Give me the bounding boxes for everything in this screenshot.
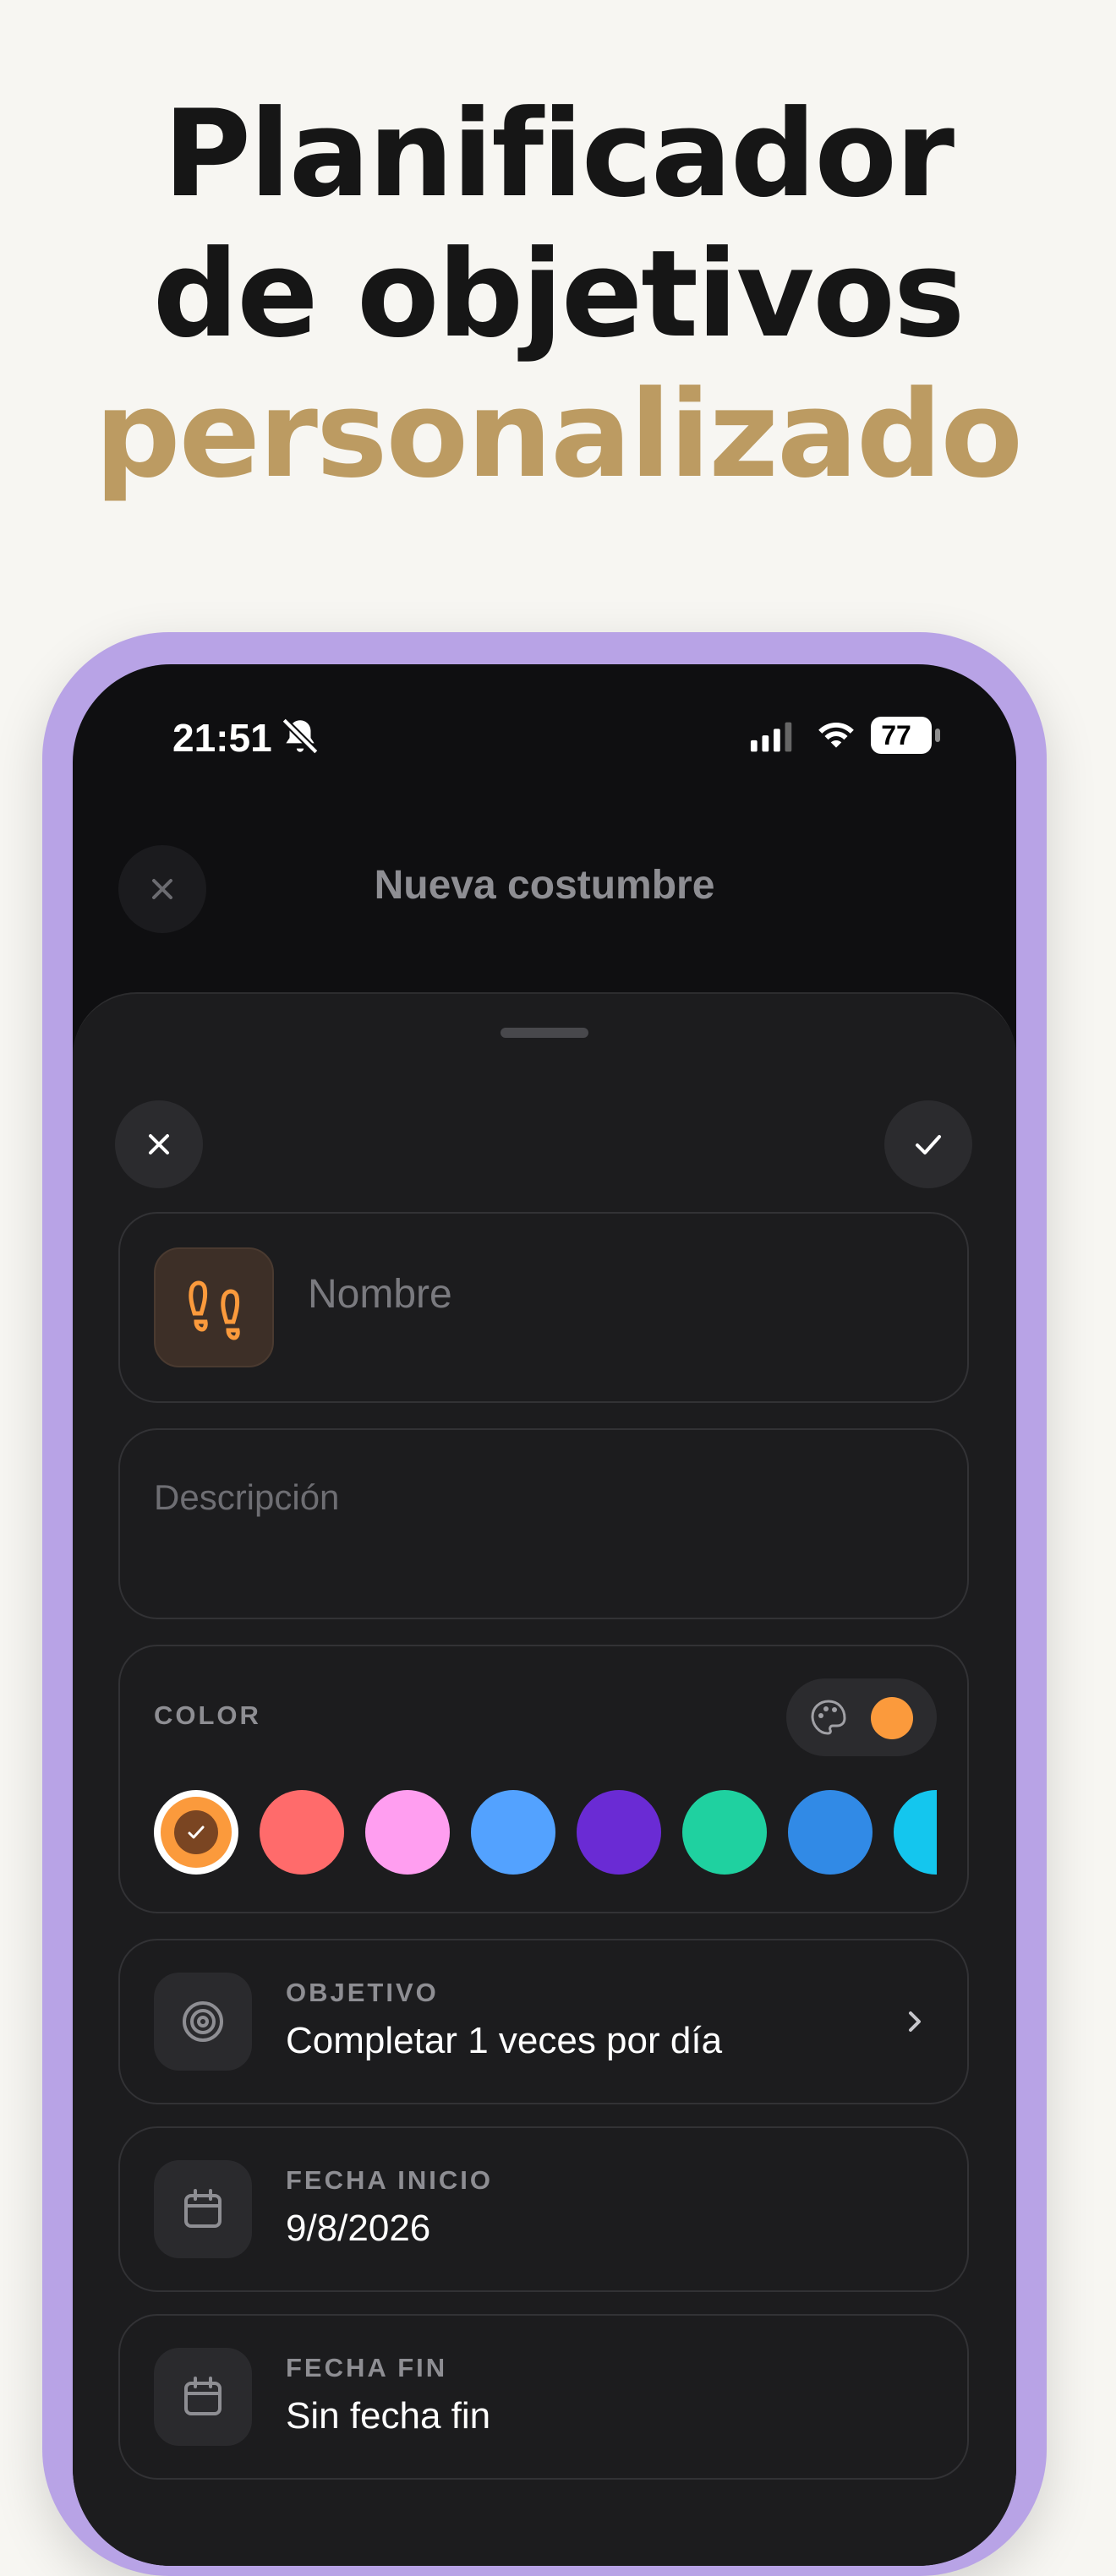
marketing-headline: Planificador de objetivos personalizado	[0, 85, 1116, 505]
description-placeholder: Descripción	[154, 1477, 340, 1517]
battery-indicator: 77	[871, 717, 940, 754]
cancel-button[interactable]	[115, 1100, 203, 1188]
wifi-icon	[818, 722, 854, 748]
goal-row[interactable]: OBJETIVO Completar 1 veces por día	[118, 1939, 969, 2104]
new-habit-sheet: Nombre Descripción COLOR OBJETIVO Comple…	[73, 992, 1016, 2566]
name-input[interactable]: Nombre	[308, 1271, 452, 1318]
color-swatch[interactable]	[154, 1790, 238, 1875]
sheet-drag-handle[interactable]	[501, 1028, 588, 1038]
custom-color-button[interactable]	[786, 1678, 937, 1756]
footprints-icon	[189, 1280, 240, 1340]
color-section-label: COLOR	[154, 1700, 261, 1730]
row-icon-box	[154, 2348, 252, 2446]
row-icon-box	[154, 2160, 252, 2258]
phone-screen: 21:51 77 Nueva costumbre Nombre Descripc…	[73, 664, 1016, 2566]
color-swatch-list	[154, 1790, 937, 1875]
goal-value: Completar 1 veces por día	[286, 2020, 723, 2061]
row-icon-box	[154, 1973, 252, 2071]
palette-icon	[811, 1700, 846, 1735]
start-date-label: FECHA INICIO	[286, 2165, 493, 2195]
calendar-icon	[184, 2189, 222, 2228]
color-swatch[interactable]	[365, 1790, 450, 1875]
checkmark-icon	[916, 1135, 941, 1154]
bell-muted-icon	[282, 718, 319, 755]
selected-swatch-marker	[174, 1810, 218, 1854]
habit-icon-picker[interactable]	[154, 1247, 274, 1367]
goal-label: OBJETIVO	[286, 1978, 439, 2007]
start-date-row[interactable]: FECHA INICIO 9/8/2026	[118, 2126, 969, 2292]
status-time: 21:51	[172, 716, 272, 760]
nav-title: Nueva costumbre	[374, 863, 715, 908]
checkmark-icon	[188, 1826, 205, 1839]
end-date-value: Sin fecha fin	[286, 2395, 491, 2437]
cellular-signal-icon	[750, 722, 792, 752]
start-date-value: 9/8/2026	[286, 2208, 431, 2249]
color-section: COLOR	[118, 1645, 969, 1913]
calendar-icon	[184, 2377, 222, 2415]
name-card: Nombre	[118, 1212, 969, 1403]
battery-level: 77	[881, 720, 911, 750]
end-date-row[interactable]: FECHA FIN Sin fecha fin	[118, 2314, 969, 2480]
color-swatch[interactable]	[682, 1790, 767, 1875]
headline-line-1: Planificador	[162, 85, 955, 224]
color-swatch[interactable]	[894, 1790, 937, 1875]
color-swatch[interactable]	[788, 1790, 873, 1875]
save-button[interactable]	[884, 1100, 972, 1188]
headline-line-2: de objetivos	[152, 225, 966, 364]
end-date-label: FECHA FIN	[286, 2353, 448, 2382]
chevron-right-icon	[909, 2011, 921, 2032]
status-bar: 21:51 77	[73, 664, 1016, 808]
target-icon	[183, 2001, 223, 2042]
color-swatch[interactable]	[471, 1790, 555, 1875]
color-swatch[interactable]	[260, 1790, 344, 1875]
color-swatch[interactable]	[577, 1790, 661, 1875]
headline-line-3: personalizado	[95, 365, 1023, 505]
custom-color-preview	[871, 1697, 913, 1739]
close-icon	[149, 1134, 169, 1154]
description-field[interactable]: Descripción	[118, 1428, 969, 1619]
